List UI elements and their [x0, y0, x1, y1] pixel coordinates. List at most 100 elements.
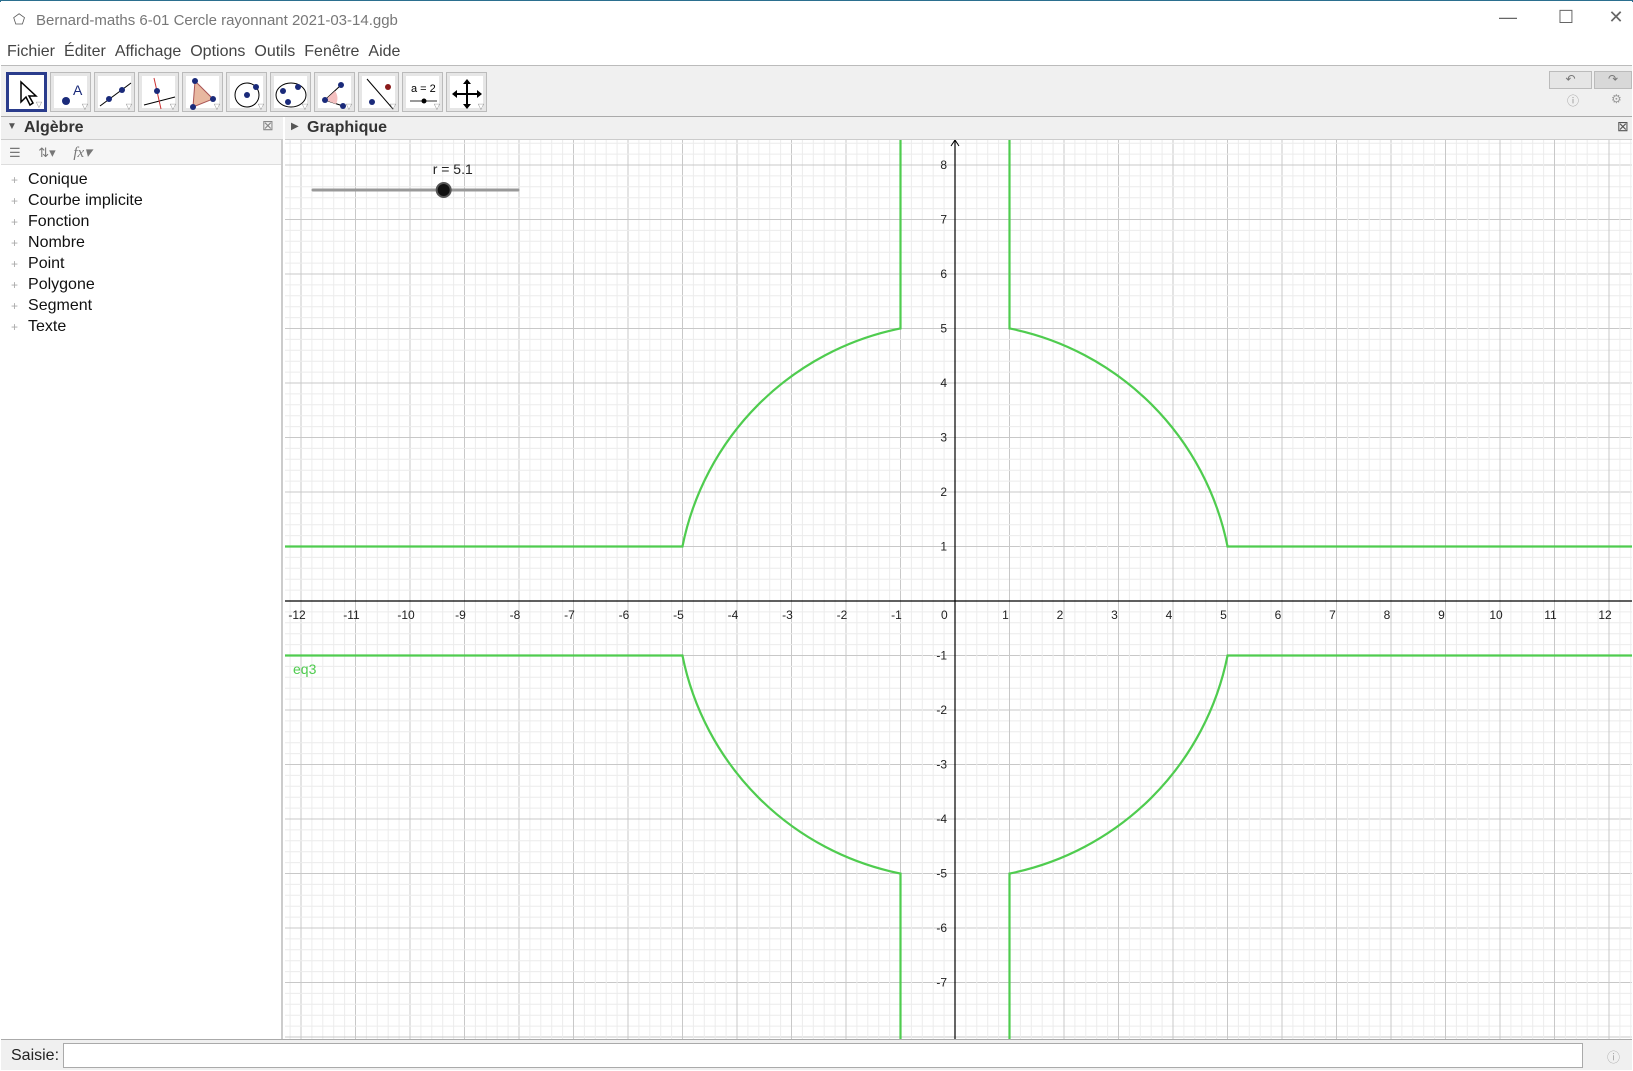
y-tick-label: 2 [940, 485, 947, 499]
menu-bar: Fichier Éditer Affichage Options Outils … [1, 39, 1632, 65]
y-tick-label: 4 [940, 376, 947, 390]
implicit-curve-branch [1008, 140, 1632, 548]
tool-point[interactable]: A ▽ [50, 72, 91, 112]
tool-move[interactable]: ▽ [6, 72, 47, 112]
sort-icon[interactable]: ⇅▾ [38, 145, 55, 160]
y-tick-label: 8 [940, 158, 947, 172]
x-tick-label: -7 [564, 608, 575, 622]
y-tick-label: -7 [936, 976, 947, 990]
toolbar: ▽ A ▽ ▽ ▽ ▽ ▽ ▽ ▽ ▽ a = 2 ▽ ▽ ↶ ↷ ⓘ ⚙ [1, 65, 1632, 117]
maximize-button[interactable]: ☐ [1551, 7, 1581, 28]
x-tick-label: 2 [1057, 608, 1064, 622]
x-tick-label: -11 [343, 608, 360, 622]
y-tick-label: 1 [940, 540, 947, 554]
fx-icon[interactable]: fx▾ [73, 145, 91, 161]
help-icon[interactable]: ⓘ [1567, 92, 1579, 109]
tool-slider[interactable]: a = 2 ▽ [402, 72, 443, 112]
menu-aide[interactable]: Aide [368, 39, 400, 65]
tool-reflect[interactable]: ▽ [358, 72, 399, 112]
algebra-category[interactable]: + Nombre [11, 234, 85, 252]
slider-label: r = 5.1 [432, 161, 473, 177]
x-tick-label: 8 [1384, 608, 1391, 622]
close-graphics-icon[interactable]: ⊠ [1617, 118, 1629, 135]
close-algebra-icon[interactable]: ⊠ [262, 117, 274, 134]
svg-text:A: A [73, 82, 83, 98]
y-tick-label: -1 [936, 649, 947, 663]
tool-polygon[interactable]: ▽ [182, 72, 223, 112]
x-tick-label: 1 [1002, 608, 1009, 622]
algebra-category[interactable]: + Conique [11, 171, 88, 189]
curve-label: eq3 [293, 661, 317, 677]
tool-angle[interactable]: ▽ [314, 72, 355, 112]
x-tick-label: -4 [728, 608, 739, 622]
x-tick-label: -2 [837, 608, 848, 622]
minimize-button[interactable]: — [1493, 7, 1523, 28]
algebra-panel: ☰ ⇅▾ fx▾ + Conique + Courbe implicite + Fonct… [1, 140, 283, 1039]
algebra-header: ▼ Algèbre ⊠ [1, 117, 283, 140]
algebra-category-label: Segment [28, 297, 93, 314]
settings-gear-icon[interactable]: ⚙ [1611, 92, 1622, 106]
x-tick-label: -6 [619, 608, 630, 622]
slider-knob[interactable] [435, 182, 452, 198]
menu-fenetre[interactable]: Fenêtre [304, 39, 359, 65]
x-tick-label: -10 [397, 608, 415, 622]
undo-button[interactable]: ↶ [1549, 71, 1592, 89]
algebra-category[interactable]: + Texte [11, 318, 66, 336]
y-tick-label: -2 [936, 703, 947, 717]
expand-triangle-icon[interactable]: ▶ [291, 121, 299, 132]
x-tick-label: 7 [1329, 608, 1336, 622]
graphics-header: ▶ Graphique ⊠ [285, 117, 1632, 140]
expand-plus-icon[interactable]: + [11, 173, 18, 187]
x-tick-label: -5 [673, 608, 684, 622]
expand-plus-icon[interactable]: + [11, 236, 18, 250]
menu-editer[interactable]: Éditer [64, 39, 106, 65]
algebra-category[interactable]: + Segment [11, 297, 92, 315]
expand-plus-icon[interactable]: + [11, 257, 18, 271]
algebra-category[interactable]: + Point [11, 255, 64, 273]
expand-plus-icon[interactable]: + [11, 278, 18, 292]
input-bar: Saisie: ⓘ [1, 1039, 1632, 1070]
tool-circle[interactable]: ▽ [226, 72, 267, 112]
menu-lines-icon[interactable]: ☰ [9, 145, 21, 160]
tool-move-graphics[interactable]: ▽ [446, 72, 487, 112]
algebra-title: Algèbre [24, 119, 84, 136]
graphics-title: Graphique [307, 119, 388, 136]
expand-plus-icon[interactable]: + [11, 215, 18, 229]
tool-line[interactable]: ▽ [94, 72, 135, 112]
tool-conic[interactable]: ▽ [270, 72, 311, 112]
tool-perpendicular[interactable]: ▽ [138, 72, 179, 112]
slider-icon-label: a = 2 [411, 83, 436, 95]
x-tick-label: 12 [1598, 608, 1612, 622]
menu-outils[interactable]: Outils [254, 39, 295, 65]
algebra-category-label: Courbe implicite [28, 192, 143, 209]
redo-button[interactable]: ↷ [1594, 71, 1632, 89]
graphics-canvas[interactable]: -12 -11 -10 -9 -8 -7 -6 -5 -4 -3 -2 -1 0 1 2 3 4 5 6 7 8 9 10 1… [285, 140, 1632, 1039]
expand-plus-icon[interactable]: + [11, 320, 18, 334]
expand-plus-icon[interactable]: + [11, 299, 18, 313]
menu-options[interactable]: Options [190, 39, 245, 65]
menu-fichier[interactable]: Fichier [7, 39, 55, 65]
x-tick-label: 10 [1489, 608, 1503, 622]
algebra-category[interactable]: + Fonction [11, 213, 89, 231]
x-tick-label: -1 [891, 608, 902, 622]
algebra-category-label: Conique [28, 171, 88, 188]
x-tick-label: -9 [455, 608, 466, 622]
y-tick-label: -6 [936, 921, 947, 935]
close-button[interactable]: ✕ [1601, 7, 1631, 28]
x-tick-label: 11 [1544, 608, 1557, 622]
input-field[interactable] [63, 1043, 1583, 1068]
algebra-category[interactable]: + Polygone [11, 276, 95, 294]
graphics-view[interactable]: -12 -11 -10 -9 -8 -7 -6 -5 -4 -3 -2 -1 0 1 2 3 4 5 6 7 8 9 10 1… [285, 140, 1632, 1039]
collapse-triangle-icon[interactable]: ▼ [7, 121, 17, 132]
algebra-category[interactable]: + Courbe implicite [11, 192, 143, 210]
implicit-curve-branch [1008, 654, 1632, 1039]
x-tick-label: 6 [1275, 608, 1282, 622]
x-tick-label: 4 [1166, 608, 1173, 622]
input-help-icon[interactable]: ⓘ [1607, 1047, 1620, 1066]
input-label: Saisie: [11, 1047, 60, 1064]
y-tick-label: 3 [940, 431, 947, 445]
y-tick-label: 5 [940, 322, 947, 336]
expand-plus-icon[interactable]: + [11, 194, 18, 208]
x-tick-label: -8 [510, 608, 521, 622]
menu-affichage[interactable]: Affichage [115, 39, 181, 65]
